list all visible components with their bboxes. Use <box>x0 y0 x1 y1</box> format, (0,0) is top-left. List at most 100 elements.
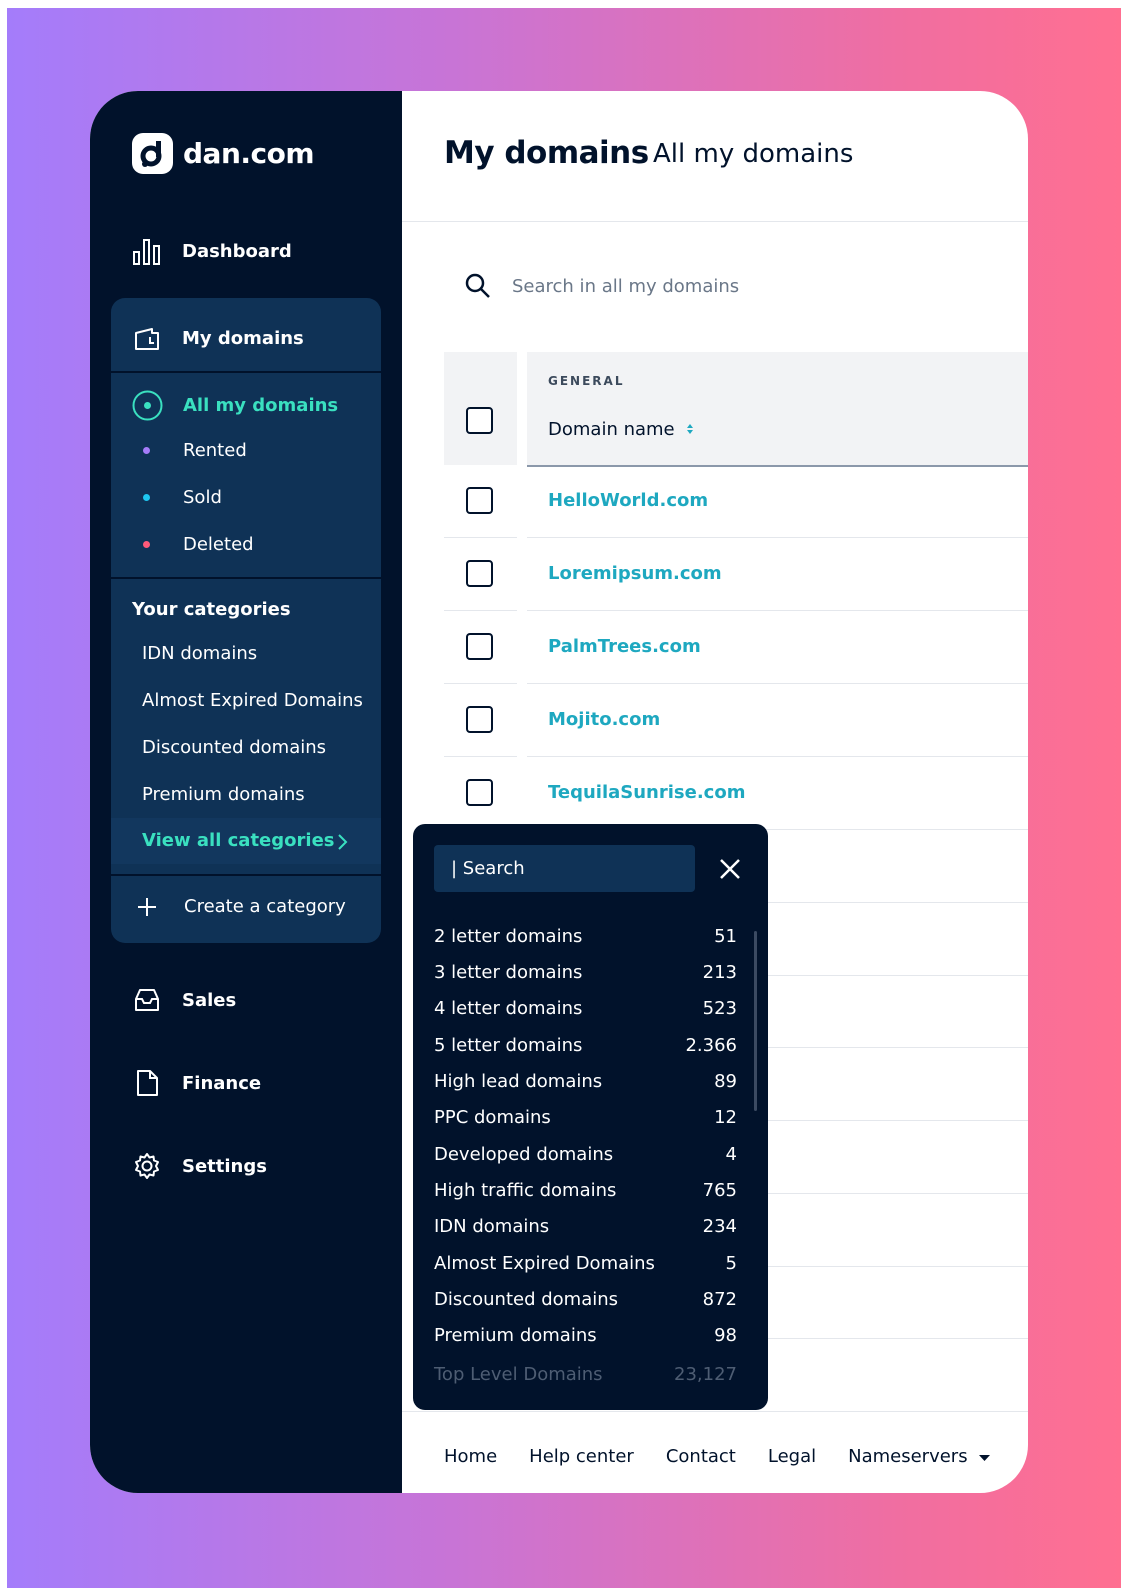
table-row[interactable]: HelloWorld.com <box>444 465 1028 538</box>
nav-settings[interactable]: Settings <box>132 1151 267 1181</box>
item-count: 12 <box>714 1107 737 1128</box>
popup-search-input[interactable]: | Search <box>434 845 695 892</box>
popup-scrollbar[interactable] <box>754 931 757 1111</box>
close-icon[interactable] <box>718 857 742 881</box>
nav-sales[interactable]: Sales <box>132 985 236 1015</box>
logo-text: dan.com <box>183 137 315 170</box>
item-label: Almost Expired Domains <box>434 1253 655 1274</box>
filter-label: Deleted <box>183 534 254 555</box>
item-label: 5 letter domains <box>434 1035 583 1056</box>
item-count: 23,127 <box>674 1364 737 1385</box>
domain-link[interactable]: TequilaSunrise.com <box>548 782 745 803</box>
domain-link[interactable]: Mojito.com <box>548 709 660 730</box>
footer-link-legal[interactable]: Legal <box>768 1446 816 1467</box>
footer-link-home[interactable]: Home <box>444 1446 497 1467</box>
item-count: 5 <box>725 1253 737 1274</box>
search-input[interactable]: Search in all my domains <box>512 276 739 297</box>
category-item[interactable]: Discounted domains <box>142 737 326 758</box>
filter-deleted[interactable]: Deleted <box>132 534 254 555</box>
row-checkbox[interactable] <box>466 706 493 733</box>
popup-search-text: | Search <box>451 858 525 879</box>
row-checkbox[interactable] <box>466 633 493 660</box>
red-dot-icon <box>143 541 150 548</box>
table-header-select <box>444 352 517 465</box>
row-checkbox[interactable] <box>466 560 493 587</box>
nav-finance[interactable]: Finance <box>132 1068 261 1098</box>
divider <box>111 874 381 876</box>
column-group-label: GENERAL <box>548 374 625 388</box>
popup-category-item[interactable]: 3 letter domains 213 <box>434 962 737 983</box>
search-icon <box>465 273 490 298</box>
nav-dashboard[interactable]: Dashboard <box>132 236 292 266</box>
item-label: 4 letter domains <box>434 998 583 1019</box>
table-row[interactable]: Mojito.com <box>444 684 1028 757</box>
popup-category-item[interactable]: Almost Expired Domains 5 <box>434 1253 737 1274</box>
domain-link[interactable]: Loremipsum.com <box>548 563 722 584</box>
filter-rented[interactable]: Rented <box>132 440 247 461</box>
domain-folder-icon <box>135 328 159 350</box>
footer-link-contact[interactable]: Contact <box>666 1446 736 1467</box>
category-item[interactable]: Premium domains <box>142 784 305 805</box>
item-label: High lead domains <box>434 1071 603 1092</box>
row-select-cell <box>444 465 517 538</box>
footer-link-help-center[interactable]: Help center <box>529 1446 634 1467</box>
view-all-categories-button[interactable]: View all categories <box>111 818 381 864</box>
item-count: 872 <box>702 1289 737 1310</box>
popup-category-item[interactable]: High traffic domains 765 <box>434 1180 737 1201</box>
filter-label: Rented <box>183 440 247 461</box>
domain-link[interactable]: HelloWorld.com <box>548 490 708 511</box>
item-count: 765 <box>702 1180 737 1201</box>
sidebar: dan.com Dashboard My domains All my doma… <box>90 91 402 1493</box>
nav-dashboard-label: Dashboard <box>182 240 292 262</box>
filter-all-my-domains[interactable]: All my domains <box>132 390 338 421</box>
item-count: 2.366 <box>685 1035 737 1056</box>
header-divider <box>402 221 1028 222</box>
purple-dot-icon <box>143 447 150 454</box>
popup-category-item-faded[interactable]: Top Level Domains 23,127 <box>434 1364 737 1385</box>
divider <box>111 371 381 373</box>
domain-cell: Mojito.com <box>527 684 1028 757</box>
item-label: IDN domains <box>434 1216 550 1237</box>
logo[interactable]: dan.com <box>132 133 315 174</box>
table-row[interactable]: Loremipsum.com <box>444 538 1028 611</box>
item-label: High traffic domains <box>434 1180 617 1201</box>
row-select-cell <box>444 611 517 684</box>
row-checkbox[interactable] <box>466 779 493 806</box>
inbox-icon <box>135 989 159 1011</box>
column-label: Domain name <box>548 419 675 440</box>
row-checkbox[interactable] <box>466 487 493 514</box>
page-subtitle: All my domains <box>653 139 854 169</box>
select-all-checkbox[interactable] <box>466 407 493 434</box>
popup-category-item[interactable]: Discounted domains 872 <box>434 1289 737 1310</box>
nav-my-domains-label: My domains <box>182 327 304 349</box>
caret-down-icon <box>979 1455 991 1461</box>
table-row[interactable]: TequilaSunrise.com <box>444 757 1028 830</box>
column-domain-name[interactable]: Domain name <box>548 419 694 440</box>
category-item[interactable]: Almost Expired Domains <box>142 690 363 711</box>
popup-category-item[interactable]: IDN domains 234 <box>434 1216 737 1237</box>
table-row[interactable]: PalmTrees.com <box>444 611 1028 684</box>
footer-divider <box>402 1411 1028 1412</box>
item-label: PPC domains <box>434 1107 551 1128</box>
popup-category-item[interactable]: 2 letter domains 51 <box>434 926 737 947</box>
popup-category-item[interactable]: 5 letter domains 2.366 <box>434 1035 737 1056</box>
domain-search[interactable]: Search in all my domains <box>464 272 739 300</box>
item-label: Premium domains <box>434 1325 597 1346</box>
popup-category-item[interactable]: 4 letter domains 523 <box>434 998 737 1019</box>
create-category-button[interactable]: Create a category <box>132 896 346 917</box>
category-item[interactable]: IDN domains <box>142 643 257 664</box>
popup-category-item[interactable]: Premium domains 98 <box>434 1325 737 1346</box>
domain-link[interactable]: PalmTrees.com <box>548 636 701 657</box>
popup-category-item[interactable]: High lead domains 89 <box>434 1071 737 1092</box>
filter-label: Sold <box>183 487 222 508</box>
popup-category-item[interactable]: PPC domains 12 <box>434 1107 737 1128</box>
filter-sold[interactable]: Sold <box>132 487 222 508</box>
blue-dot-icon <box>143 494 150 501</box>
footer-link-nameservers[interactable]: Nameservers <box>848 1446 991 1467</box>
footer-nav: Home Help center Contact Legal Nameserve… <box>444 1446 991 1467</box>
filter-label: All my domains <box>183 395 339 416</box>
nav-my-domains[interactable]: My domains <box>132 323 304 353</box>
item-count: 51 <box>714 926 737 947</box>
item-label: Discounted domains <box>434 1289 619 1310</box>
popup-category-item[interactable]: Developed domains 4 <box>434 1144 737 1165</box>
